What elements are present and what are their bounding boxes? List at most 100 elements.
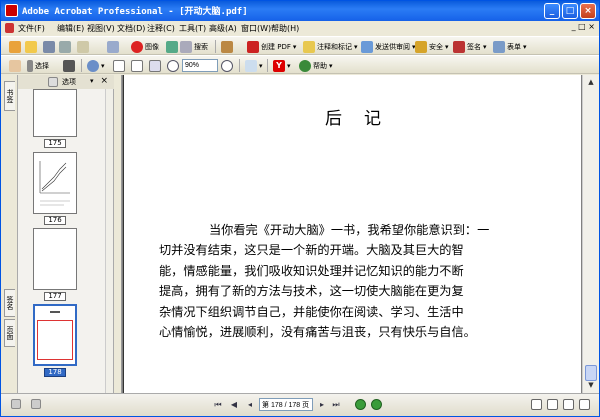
status-icon[interactable] [31, 399, 41, 409]
create-pdf-icon [247, 40, 259, 53]
page-thumbnail-175[interactable] [33, 89, 77, 137]
pdf-page: 后记 当你看完《开动大脑》一书，我希望你能意识到：一 切并没有结束，这只是一个新… [123, 75, 581, 393]
page-thumbnail-176[interactable] [33, 152, 77, 214]
go-forward-view-icon[interactable] [371, 399, 382, 410]
document-scrollbar[interactable]: ▲ ▼ [582, 75, 599, 393]
select-tool-button[interactable]: 选择 [27, 59, 49, 72]
help-icon [299, 59, 311, 72]
cursor-icon [27, 59, 33, 72]
search-icon [166, 40, 178, 53]
single-page-layout-icon[interactable] [531, 399, 542, 410]
next-page-icon[interactable]: ▸ [317, 400, 327, 410]
navigation-side-tabs: 书签 签名 页面 [1, 75, 18, 393]
send-review-button[interactable]: 发送供审阅 ▾ [361, 40, 416, 53]
scroll-up-arrow[interactable]: ▲ [586, 78, 596, 88]
menu-window[interactable]: 窗口(W) [241, 23, 271, 34]
pages-thumbnail-panel: 选项 ▾ × 175 176 177 178 [18, 75, 114, 393]
zoom-in-icon[interactable] [221, 59, 233, 72]
continuous-facing-layout-icon[interactable] [579, 399, 590, 410]
zoom-out-icon[interactable] [167, 59, 179, 72]
menu-bar: 文件(F) 编辑(E) 视图(V) 文档(D) 注释(C) 工具(T) 高级(A… [1, 21, 599, 36]
options-dropdown-arrow[interactable]: ▾ [90, 77, 94, 85]
main-toolbar: 图像 搜索 创建 PDF ▾ 注释和标记 ▾ 发送供审阅 ▾ 安全 ▾ 签名 ▾ 表单 ▾ [1, 36, 599, 55]
body-paragraph: 当你看完《开动大脑》一书，我希望你能意识到：一 切并没有结束，这只是一个新的开端… [159, 220, 559, 342]
page-label-177: 177 [44, 292, 66, 301]
tab-signatures[interactable]: 签名 [4, 289, 15, 317]
pen-icon [453, 40, 465, 53]
menu-file[interactable]: 文件(F) [18, 23, 45, 34]
thumbnail-panel-header: 选项 ▾ × [18, 75, 114, 89]
scrollbar-thumb[interactable] [585, 365, 597, 381]
zoom-level-input[interactable] [182, 59, 218, 72]
save-icon[interactable] [43, 40, 55, 53]
page-thumbnail-177[interactable] [33, 228, 77, 290]
menu-view[interactable]: 视图(V) [87, 23, 115, 34]
review-icon [361, 40, 373, 53]
menu-advanced[interactable]: 高级(A) [209, 23, 237, 34]
thumbnail-scrollbar[interactable] [105, 89, 113, 393]
close-button[interactable]: × [580, 3, 596, 19]
current-view-box[interactable] [37, 320, 73, 360]
print-icon[interactable] [59, 40, 71, 53]
picture-button[interactable]: 图像 [131, 40, 159, 53]
fit-page-icon[interactable] [131, 59, 143, 72]
secure-button[interactable]: 安全 ▾ [415, 40, 449, 53]
email-icon[interactable] [77, 40, 89, 53]
acrobat-app-icon [5, 4, 18, 17]
view-toolbar: 选择 ▾ ▾ Y▾ 帮助▾ [1, 55, 599, 74]
close-panel-button[interactable]: × [100, 76, 108, 86]
panel-splitter[interactable] [114, 75, 122, 393]
tab-bookmarks[interactable]: 书签 [4, 81, 15, 111]
zoom-tool-icon[interactable]: ▾ [87, 59, 105, 72]
minimize-button[interactable]: _ [544, 3, 560, 19]
first-page-button[interactable]: ⏮ [213, 400, 223, 410]
page-label-176: 176 [44, 216, 66, 225]
page-thumbnail-178[interactable] [33, 304, 77, 366]
sign-button[interactable]: 签名 ▾ [453, 40, 487, 53]
document-window-controls[interactable]: _ □ × [572, 22, 595, 31]
forms-icon [493, 40, 505, 53]
rotate-view-icon[interactable]: ▾ [245, 59, 263, 72]
menu-document[interactable]: 文档(D) [117, 23, 145, 34]
snapshot-icon[interactable] [63, 59, 75, 72]
menu-tools[interactable]: 工具(T) [179, 23, 206, 34]
facing-layout-icon[interactable] [563, 399, 574, 410]
paragraph-line: 提高，拥有了新的方法与技术，这一切使大脑能在更为复 [159, 284, 464, 299]
maximize-button[interactable]: □ [562, 3, 578, 19]
go-back-view-icon[interactable] [355, 399, 366, 410]
options-menu[interactable]: 选项 [62, 77, 76, 87]
diagram-preview [39, 161, 70, 206]
panel-options-icon[interactable] [48, 77, 58, 87]
yahoo-toolbar-icon[interactable]: Y ▾ [273, 59, 291, 72]
menu-help[interactable]: 帮助(H) [271, 23, 299, 34]
window-title: Adobe Acrobat Professional - [开动大脑.pdf] [22, 7, 248, 17]
page-number-input[interactable] [259, 398, 313, 411]
create-icon[interactable] [9, 40, 21, 53]
comment-markup-button[interactable]: 注释和标记 ▾ [303, 40, 358, 53]
menu-edit[interactable]: 编辑(E) [57, 23, 84, 34]
help-button[interactable]: 帮助 ▾ [299, 59, 333, 72]
tab-pages[interactable]: 页面 [4, 319, 15, 347]
hand-tool-icon[interactable] [9, 59, 21, 72]
fit-width-icon[interactable] [149, 59, 161, 72]
paragraph-line: 当你看完《开动大脑》一书，我希望你能意识到：一 [209, 223, 490, 237]
picture-icon [131, 40, 143, 53]
continuous-layout-icon[interactable] [547, 399, 558, 410]
create-pdf-button[interactable]: 创建 PDF ▾ [247, 40, 296, 53]
previous-page-button[interactable]: ◀ [229, 400, 239, 410]
previous-page-icon[interactable]: ◂ [245, 400, 255, 410]
actual-size-icon[interactable] [113, 59, 125, 72]
status-bar: ⏮ ◀ ◂ ▸ ⏭ [1, 393, 599, 416]
attach-icon[interactable] [107, 40, 119, 53]
menu-comments[interactable]: 注释(C) [147, 23, 175, 34]
last-page-button[interactable]: ⏭ [331, 400, 341, 410]
scroll-down-arrow[interactable]: ▼ [586, 381, 596, 391]
forms-button[interactable]: 表单 ▾ [493, 40, 527, 53]
paragraph-line: 切并没有结束，这只是一个新的开端。大脑及其巨大的智 [159, 243, 464, 258]
page-size-icon[interactable] [11, 399, 21, 409]
title-bar[interactable]: Adobe Acrobat Professional - [开动大脑.pdf] … [1, 1, 599, 21]
open-folder-icon[interactable] [25, 40, 37, 53]
paragraph-line: 杂情况下组织调节自己，并能使你在阅读、学习、生活中 [159, 304, 464, 319]
organizer-icon[interactable] [221, 40, 233, 53]
search-button[interactable]: 搜索 [166, 40, 208, 53]
